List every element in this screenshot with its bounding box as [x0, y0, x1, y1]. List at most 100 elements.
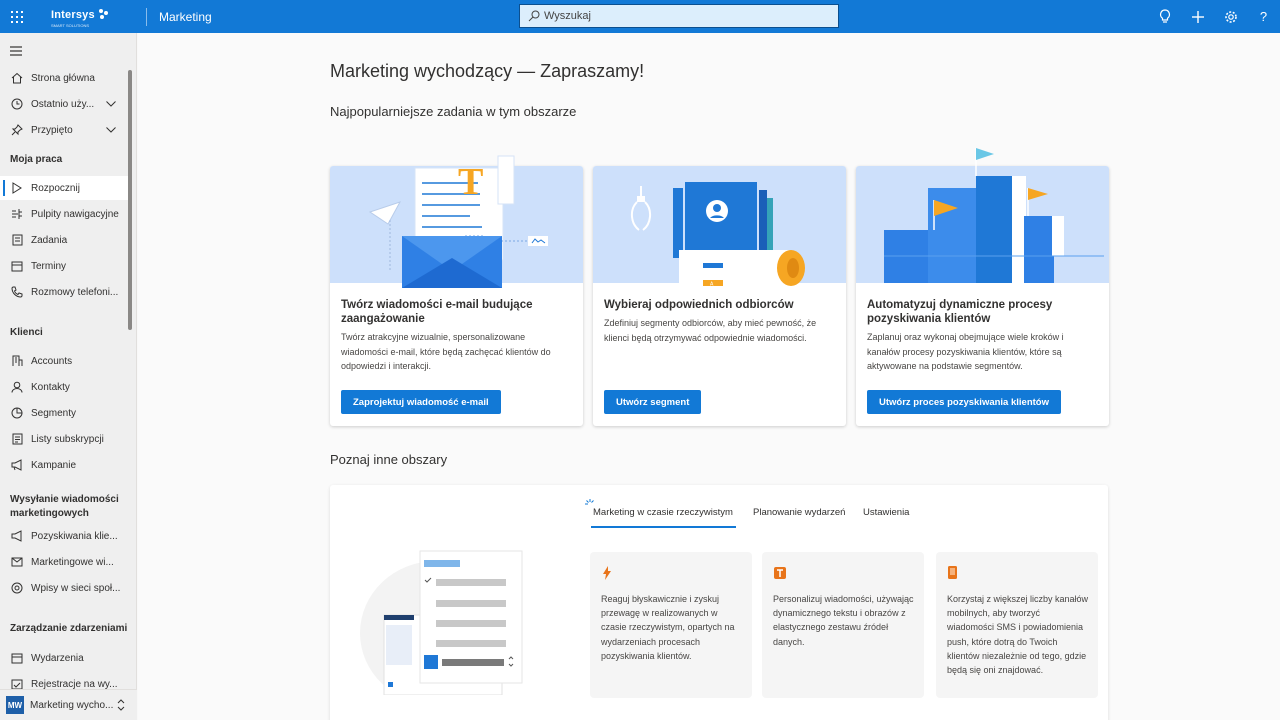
play-icon — [10, 181, 24, 195]
sidebar-item-marketing-emails[interactable]: Marketingowe wi... — [0, 550, 128, 574]
pin-icon — [10, 123, 24, 137]
sidebar-item-label: Strona główna — [31, 72, 95, 84]
sidebar-item-label: Przypięto — [31, 124, 73, 136]
card-description: Twórz atrakcyjne wizualnie, spersonalizo… — [341, 332, 551, 371]
mobile-icon — [948, 566, 957, 584]
sidebar-item-events[interactable]: Wydarzenia — [0, 646, 128, 670]
popular-tasks-heading: Najpopularniejsze zadania w tym obszarze — [330, 104, 577, 119]
area-avatar: MW — [6, 696, 24, 714]
sidebar-item-label: Kampanie — [31, 459, 77, 471]
sidebar-item-label: Pozyskiwania klie... — [31, 530, 118, 542]
main-content: Marketing wychodzący — Zapraszamy! Najpo… — [138, 33, 1280, 720]
area-switcher[interactable]: MW Marketing wycho... — [0, 689, 137, 720]
sidebar-item-appointments[interactable]: Terminy — [0, 254, 128, 278]
header-divider — [146, 7, 147, 26]
tab-settings[interactable]: Ustawienia — [863, 507, 909, 518]
card-title: Wybieraj odpowiednich odbiorców — [604, 299, 794, 311]
feature-card: Personalizuj wiadomości, używając dynami… — [762, 552, 924, 698]
sidebar-item-pinned[interactable]: Przypięto — [0, 118, 128, 142]
task-card-email: T Twórz wiadomości e-mail budujące zaang… — [330, 155, 583, 426]
sidebar-item-label: Terminy — [31, 260, 67, 272]
sidebar-item-dashboards[interactable]: Pulpity nawigacyjne — [0, 202, 128, 226]
person-icon — [10, 380, 24, 394]
sidebar-item-label: Segmenty — [31, 407, 77, 419]
sidebar-item-subscription-lists[interactable]: Listy subskrypcji — [0, 427, 128, 451]
social-icon — [10, 581, 24, 595]
create-segment-button[interactable]: Utwórz segment — [604, 390, 702, 414]
calendar-icon — [10, 259, 24, 273]
waffle-icon — [10, 10, 23, 23]
sidebar-group-clients: Klienci — [10, 327, 43, 338]
sidebar-scrollbar[interactable] — [128, 70, 132, 330]
card-title: Automatyzuj dynamiczne procesy pozyskiwa… — [867, 299, 1053, 325]
sidebar-item-label: Zadania — [31, 234, 68, 246]
sidebar-item-label: Rejestracje na wy... — [31, 678, 118, 690]
chevron-down-icon[interactable] — [104, 123, 118, 137]
page-title: Marketing wychodzący — Zapraszamy! — [330, 61, 645, 81]
area-label: Marketing wycho... — [30, 699, 114, 711]
tab-event-planning[interactable]: Planowanie wydarzeń — [753, 507, 845, 518]
app-launcher-button[interactable] — [0, 0, 33, 33]
gear-icon — [1224, 10, 1237, 23]
brand-name: Intersys — [51, 9, 95, 21]
hamburger-icon — [10, 46, 22, 56]
help-icon: ? — [1259, 9, 1268, 24]
help-button[interactable]: ? — [1247, 0, 1280, 33]
list-icon — [10, 432, 24, 446]
task-card-segment: A Wybieraj odpowiednich odbiorców Zdefin… — [593, 166, 846, 426]
sidebar: Strona główna Ostatnio uży... Przypięto … — [0, 33, 137, 720]
brand-tagline: SMART SOLUTIONS — [51, 23, 90, 28]
plus-icon — [1191, 10, 1204, 23]
chevron-down-icon[interactable] — [104, 97, 118, 111]
explore-heading: Poznaj inne obszary — [330, 452, 448, 467]
lightning-icon — [602, 566, 612, 585]
search-icon — [528, 9, 542, 23]
sidebar-item-recent[interactable]: Ostatnio uży... — [0, 92, 128, 116]
chevron-updown-icon — [118, 699, 125, 711]
top-bar: Intersys SMART SOLUTIONS Marketing Wyszu… — [0, 0, 1280, 33]
sidebar-item-label: Pulpity nawigacyjne — [31, 208, 119, 220]
sidebar-item-campaigns[interactable]: Kampanie — [0, 453, 128, 477]
sidebar-item-label: Ostatnio uży... — [31, 98, 95, 110]
sidebar-item-customer-journeys[interactable]: Pozyskiwania klie... — [0, 524, 128, 548]
dashboard-icon — [10, 207, 24, 221]
feature-text: Personalizuj wiadomości, używając dynami… — [773, 594, 914, 647]
feature-card: Reaguj błyskawicznie i zyskuj przewagę w… — [590, 552, 752, 698]
megaphone-icon — [10, 458, 24, 472]
sidebar-item-accounts[interactable]: Accounts — [0, 349, 128, 373]
sidebar-item-phone-calls[interactable]: Rozmowy telefoni... — [0, 280, 128, 304]
search-placeholder: Wyszukaj — [544, 10, 591, 22]
sidebar-item-start[interactable]: Rozpocznij — [0, 176, 128, 200]
design-email-button[interactable]: Zaprojektuj wiadomość e-mail — [341, 390, 501, 414]
card-description: Zaplanuj oraz wykonaj obejmujące wiele k… — [867, 332, 1064, 371]
email-illustration: T — [330, 155, 583, 288]
settings-button[interactable] — [1214, 0, 1247, 33]
explore-panel: Marketing w czasie rzeczywistym Planowan… — [330, 485, 1108, 720]
tab-realtime-marketing[interactable]: Marketing w czasie rzeczywistym — [593, 507, 733, 518]
menu-toggle-button[interactable] — [10, 43, 22, 61]
journey-icon — [10, 529, 24, 543]
task-card-journey: Automatyzuj dynamiczne procesy pozyskiwa… — [856, 148, 1109, 426]
sidebar-item-social-posts[interactable]: Wpisy w sieci społ... — [0, 576, 128, 600]
sidebar-group-my-work: Moja praca — [10, 154, 63, 165]
tips-button[interactable] — [1148, 0, 1181, 33]
sidebar-item-contacts[interactable]: Kontakty — [0, 375, 128, 399]
new-button[interactable] — [1181, 0, 1214, 33]
calendar-icon — [10, 651, 24, 665]
sidebar-item-label: Accounts — [31, 355, 73, 367]
sidebar-item-label: Kontakty — [31, 381, 70, 393]
app-name[interactable]: Marketing — [159, 10, 212, 24]
sidebar-group-events: Zarządzanie zdarzeniami — [10, 623, 128, 634]
brand-dots-icon — [98, 8, 108, 19]
sidebar-item-home[interactable]: Strona główna — [0, 66, 128, 90]
create-journey-button[interactable]: Utwórz proces pozyskiwania klientów — [867, 390, 1061, 414]
card-title: Twórz wiadomości e-mail budujące zaangaż… — [341, 299, 533, 325]
search-input[interactable]: Wyszukaj — [519, 4, 839, 28]
segment-icon — [10, 406, 24, 420]
feature-card: Korzystaj z większej liczby kanałów mobi… — [936, 552, 1098, 698]
brand-logo[interactable]: Intersys SMART SOLUTIONS — [33, 0, 138, 33]
card-description: Zdefiniuj segmenty odbiorców, aby mieć p… — [604, 318, 817, 343]
realtime-illustration — [360, 550, 523, 695]
sidebar-item-segments[interactable]: Segmenty — [0, 401, 128, 425]
sidebar-item-tasks[interactable]: Zadania — [0, 228, 128, 252]
